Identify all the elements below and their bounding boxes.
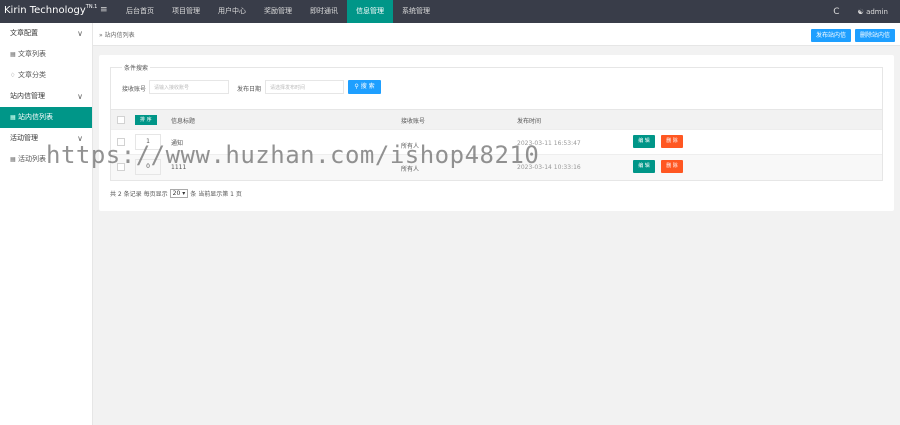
caret-down-icon: ▾ [182, 190, 186, 197]
sidebar-item-label: 文章分类 [18, 71, 46, 79]
pager-page-info: 当前显示第 1 页 [198, 191, 242, 198]
edit-button[interactable]: 编 辑 [633, 160, 655, 173]
sidebar-group-label: 活动管理 [10, 134, 38, 142]
content-card: 条件搜索 接收账号 请输入接收账号 发布日期 请选择发布时间 ⚲ 搜 索 排 序… [99, 55, 894, 211]
tag-icon: ♢ [10, 72, 16, 79]
sidebar-item-label: 站内信列表 [18, 113, 53, 121]
per-page-select[interactable]: 20 ▾ [169, 189, 189, 198]
per-page-value: 20 [172, 190, 181, 197]
nav-item-messaging[interactable]: 即时通讯 [301, 0, 347, 23]
search-button-label: 搜 索 [360, 83, 375, 90]
sidebar-item-article-category[interactable]: ♢ 文章分类 [0, 65, 92, 86]
logo-version: TN.1 [85, 4, 98, 10]
date-input[interactable]: 请选择发布时间 [265, 80, 344, 94]
account-input[interactable]: 请输入接收账号 [149, 80, 229, 94]
sort-button[interactable]: 排 序 [135, 115, 157, 125]
account-label: 接收账号 [122, 86, 147, 93]
nav-item-rewards[interactable]: 奖励管理 [255, 0, 301, 23]
list-icon: ▦ [10, 114, 16, 121]
app-logo[interactable]: Kirin TechnologyTN.1 [4, 4, 98, 16]
search-button[interactable]: ⚲ 搜 索 [348, 80, 381, 94]
sidebar-group-label: 文章配置 [10, 29, 38, 37]
breadcrumb-current[interactable]: 站内信列表 [105, 32, 135, 39]
chevron-down-icon: ∨ [77, 29, 83, 38]
column-header-title: 信息标题 [171, 118, 196, 125]
publish-message-button[interactable]: 发布站内信 [811, 29, 852, 42]
chevron-down-icon: ∨ [77, 92, 83, 101]
user-icon: ☯ [857, 7, 864, 16]
pager-per-page-suffix: 条 [190, 191, 197, 198]
filter-fieldset: 条件搜索 接收账号 请输入接收账号 发布日期 请选择发布时间 ⚲ 搜 索 [110, 63, 883, 110]
filter-legend: 条件搜索 [122, 63, 151, 72]
date-label: 发布日期 [237, 86, 262, 93]
list-icon: ▦ [10, 51, 16, 58]
menu-toggle-icon[interactable]: ≡ [100, 5, 108, 15]
sidebar-item-article-list[interactable]: ▦ 文章列表 [0, 44, 92, 65]
user-menu[interactable]: ☯ admin [858, 8, 888, 16]
column-header-account: 接收账号 [401, 118, 426, 125]
table-header: 排 序 信息标题 接收账号 发布时间 [111, 110, 882, 130]
sidebar-group-messages[interactable]: 站内信管理 ∨ [0, 86, 92, 107]
logo-text: Kirin Technology [4, 5, 86, 16]
breadcrumb: » 站内信列表 [99, 30, 135, 39]
delete-button[interactable]: 删 除 [661, 135, 683, 148]
top-nav: 后台首页 项目管理 用户中心 奖励管理 即时通讯 信息管理 系统管理 [117, 0, 439, 23]
nav-item-info[interactable]: 信息管理 [347, 0, 393, 23]
sidebar-item-label: 活动列表 [18, 155, 46, 163]
sidebar: 文章配置 ∨ ▦ 文章列表 ♢ 文章分类 站内信管理 ∨ ▦ 站内信列表 活动管理 ∨ ▦ 活… [0, 23, 93, 425]
pager-per-page-label: 每页显示 [143, 191, 168, 198]
pagination: 共 2 条记录 每页显示 20 ▾ 条 当前显示第 1 页 [110, 189, 242, 198]
top-right-tools: C ☯ admin [833, 0, 888, 23]
nav-item-system[interactable]: 系统管理 [393, 0, 439, 23]
list-icon: ▦ [10, 156, 16, 163]
sidebar-item-label: 文章列表 [18, 50, 46, 58]
breadcrumb-separator-icon: » [99, 32, 103, 39]
nav-item-home[interactable]: 后台首页 [117, 0, 163, 23]
delete-button[interactable]: 删 除 [661, 160, 683, 173]
sidebar-group-articles[interactable]: 文章配置 ∨ [0, 23, 92, 44]
refresh-icon[interactable]: C [833, 7, 839, 17]
pager-total: 共 2 条记录 [110, 191, 142, 198]
username: admin [866, 7, 888, 16]
search-icon: ⚲ [354, 83, 359, 90]
top-bar: Kirin TechnologyTN.1 ≡ 后台首页 项目管理 用户中心 奖励… [0, 0, 900, 23]
column-header-time: 发布时间 [517, 118, 542, 125]
delete-message-button[interactable]: 删除站内信 [855, 29, 896, 42]
nav-item-projects[interactable]: 项目管理 [163, 0, 209, 23]
nav-item-users[interactable]: 用户中心 [209, 0, 255, 23]
select-all-checkbox[interactable] [117, 116, 125, 124]
breadcrumb-bar: » 站内信列表 发布站内信 删除站内信 [93, 23, 900, 46]
edit-button[interactable]: 编 辑 [633, 135, 655, 148]
sidebar-group-label: 站内信管理 [10, 92, 45, 100]
sidebar-item-message-list[interactable]: ▦ 站内信列表 [0, 107, 92, 128]
watermark-text: https://www.huzhan.com/ishop48210 [46, 141, 540, 169]
